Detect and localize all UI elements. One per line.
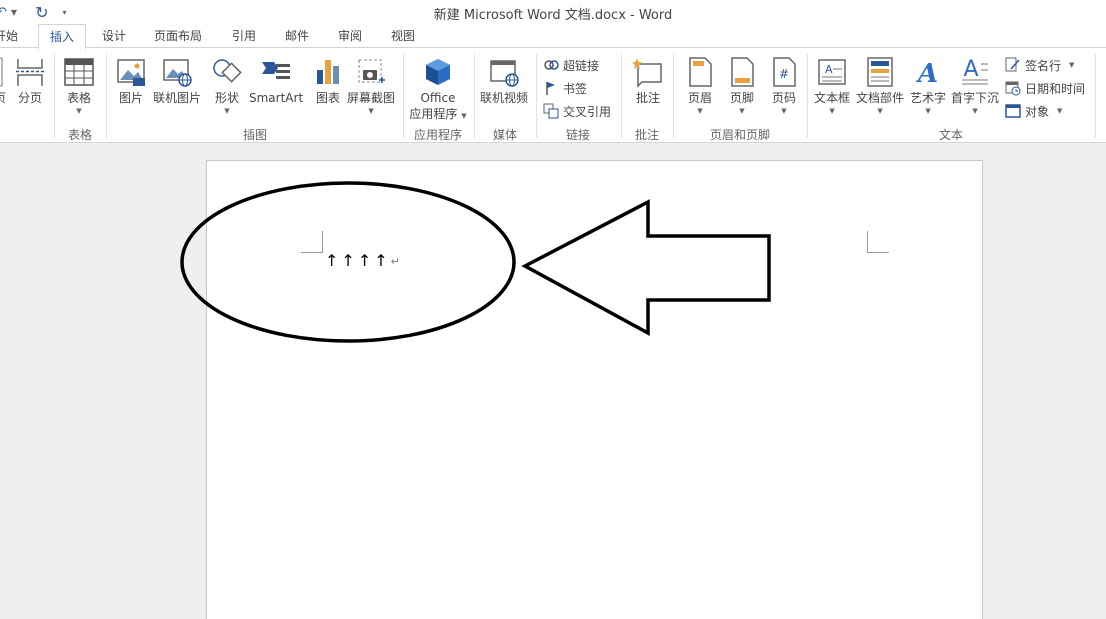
group-separator: [673, 54, 674, 138]
comment-icon: [632, 56, 664, 88]
group-label-tables: 表格: [67, 128, 92, 142]
object-icon: [1005, 103, 1021, 119]
text-box-icon: A: [816, 56, 848, 88]
cross-reference-button[interactable]: 交叉引用: [543, 101, 611, 121]
annotation-overlay: [180, 181, 771, 343]
group-label-apps: 应用程序: [413, 128, 462, 142]
table-icon: [63, 56, 95, 88]
group-separator: [807, 54, 808, 138]
quick-parts-button[interactable]: 文档部件 ▼: [856, 56, 904, 116]
hyperlink-button[interactable]: 超链接: [543, 55, 599, 75]
chevron-down-icon: ▼: [224, 107, 230, 115]
picture-icon: [115, 56, 147, 88]
hyperlink-icon: [543, 57, 559, 73]
tab-view[interactable]: 视图: [385, 24, 421, 48]
group-separator: [474, 54, 475, 138]
drop-cap-button[interactable]: A 首字下沉 ▼: [951, 56, 999, 116]
group-label-links: 链接: [565, 128, 590, 142]
tab-references[interactable]: 引用: [226, 24, 262, 48]
signature-line-button[interactable]: 签名行 ▼: [1005, 55, 1074, 75]
svg-text:A: A: [825, 63, 833, 76]
office-store-icon: [422, 56, 454, 88]
group-label-text: 文本: [938, 128, 963, 142]
bookmark-flag-icon: [543, 80, 559, 96]
group-separator: [54, 54, 55, 138]
group-label-comments: 批注: [634, 128, 659, 142]
smartart-icon: [260, 56, 292, 88]
text-box-button[interactable]: A 文本框 ▼: [814, 56, 850, 116]
drop-cap-icon: A: [959, 56, 991, 88]
group-separator: [536, 54, 537, 138]
group-label-header-footer: 页眉和页脚: [709, 128, 770, 142]
chevron-down-icon: ▼: [781, 107, 787, 115]
comment-button[interactable]: 批注: [632, 56, 664, 106]
wordart-button[interactable]: A 艺术字 ▼: [910, 56, 946, 116]
footer-icon: [726, 56, 758, 88]
calendar-clock-icon: [1005, 80, 1021, 96]
tab-home[interactable]: 开始: [0, 24, 24, 48]
group-separator: [106, 54, 107, 138]
table-button[interactable]: 表格 ▼: [63, 56, 95, 116]
chevron-down-icon: ▼: [877, 107, 883, 115]
document-canvas[interactable]: ↑↑↑↑↵: [0, 144, 1106, 619]
chevron-down-icon: ▼: [829, 107, 835, 115]
object-button[interactable]: 对象 ▼: [1005, 101, 1062, 121]
office-apps-button[interactable]: Office 应用程序 ▼: [408, 56, 468, 122]
group-separator: [1095, 54, 1096, 138]
header-icon: [684, 56, 716, 88]
blank-page-icon: [0, 56, 6, 88]
online-picture-button[interactable]: 联机图片: [153, 56, 201, 106]
chevron-down-icon: ▼: [972, 107, 978, 115]
page-number-icon: #: [768, 56, 800, 88]
group-label-media: 媒体: [492, 128, 517, 142]
online-picture-icon: [161, 56, 193, 88]
chevron-down-icon: ▼: [739, 107, 745, 115]
chevron-down-icon: ▼: [368, 107, 374, 115]
wordart-icon: A: [912, 56, 944, 89]
tab-design[interactable]: 设计: [96, 24, 132, 48]
group-label-illustrations: 插图: [242, 128, 267, 142]
tab-layout[interactable]: 页面布局: [148, 24, 208, 48]
blank-page-button[interactable]: 页: [0, 56, 6, 106]
tab-mailings[interactable]: 邮件: [279, 24, 315, 48]
footer-button[interactable]: 页脚 ▼: [726, 56, 758, 116]
title-bar: ↶ ▼ ↻ ▾ 新建 Microsoft Word 文档.docx - Word: [0, 0, 1106, 24]
chevron-down-icon: ▼: [1069, 61, 1075, 69]
chevron-down-icon: ▼: [461, 112, 467, 120]
bookmark-button[interactable]: 书签: [543, 78, 587, 98]
chevron-down-icon: ▼: [76, 107, 82, 115]
shapes-button[interactable]: 形状 ▼: [211, 56, 243, 116]
ribbon-insert: 页 分页 表格 ▼ 表格 图片 联机图片 形状 ▼ SmartArt 图表 屏幕…: [0, 47, 1106, 143]
ribbon-tabs: 开始 插入 设计 页面布局 引用 邮件 审阅 视图: [0, 24, 1106, 49]
screenshot-icon: [355, 56, 387, 88]
svg-text:#: #: [779, 67, 789, 81]
annotation-left-arrow: [521, 199, 771, 336]
page-break-icon: [14, 56, 46, 88]
picture-button[interactable]: 图片: [115, 56, 147, 106]
chart-button[interactable]: 图表: [312, 56, 344, 106]
tab-review[interactable]: 审阅: [332, 24, 368, 48]
tab-insert[interactable]: 插入: [38, 24, 86, 49]
chevron-down-icon: ▼: [1057, 107, 1063, 115]
online-video-button[interactable]: 联机视频: [480, 56, 528, 106]
group-separator: [621, 54, 622, 138]
header-button[interactable]: 页眉 ▼: [684, 56, 716, 116]
chart-icon: [312, 56, 344, 88]
annotation-ellipse: [180, 181, 516, 343]
chevron-down-icon: ▼: [697, 107, 703, 115]
quick-parts-icon: [864, 56, 896, 88]
smartart-button[interactable]: SmartArt: [249, 56, 303, 106]
svg-text:A: A: [915, 59, 938, 88]
shapes-icon: [211, 56, 243, 88]
online-video-icon: [488, 56, 520, 88]
date-time-button[interactable]: 日期和时间: [1005, 78, 1085, 98]
page-number-button[interactable]: # 页码 ▼: [768, 56, 800, 116]
signature-line-icon: [1005, 57, 1021, 73]
window-title: 新建 Microsoft Word 文档.docx - Word: [433, 8, 673, 23]
chevron-down-icon: ▼: [925, 107, 931, 115]
svg-text:A: A: [963, 57, 978, 82]
cross-reference-icon: [543, 103, 559, 119]
page-break-button[interactable]: 分页: [14, 56, 46, 106]
screenshot-button[interactable]: 屏幕截图 ▼: [347, 56, 395, 116]
